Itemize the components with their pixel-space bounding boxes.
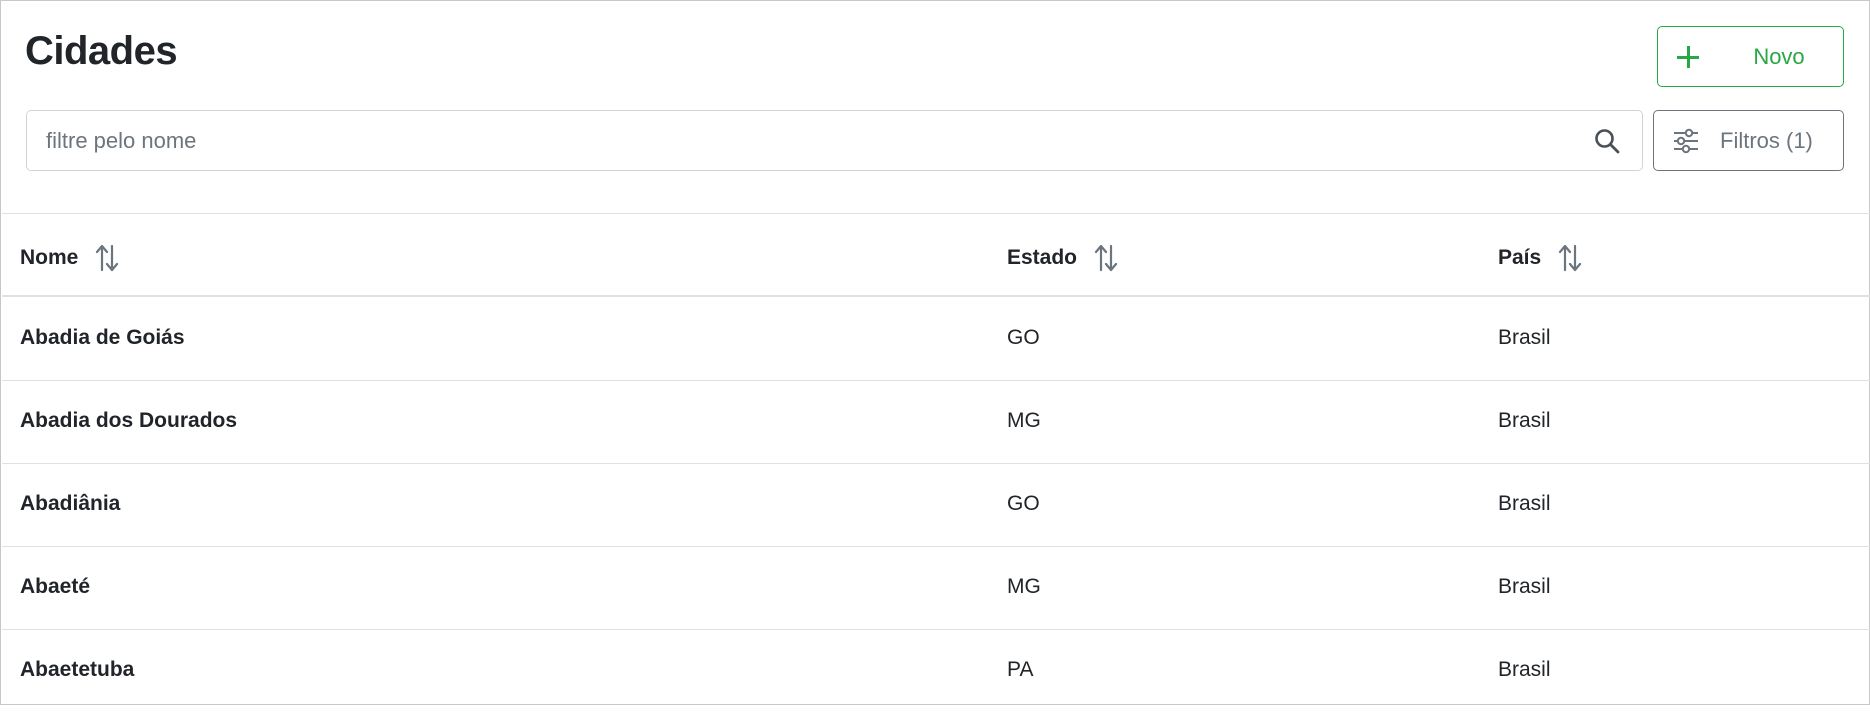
table-row[interactable]: Abaetetuba PA Brasil xyxy=(2,630,1870,713)
cell-estado: MG xyxy=(1007,575,1041,598)
table-row[interactable]: Abadiânia GO Brasil xyxy=(2,464,1870,547)
sort-arrows-icon[interactable] xyxy=(94,244,120,272)
cell-pais: Brasil xyxy=(1498,409,1551,432)
filters-button-label: Filtros (1) xyxy=(1720,128,1813,153)
cell-estado: GO xyxy=(1007,326,1040,349)
search-input[interactable] xyxy=(27,111,1642,170)
new-button[interactable]: Novo xyxy=(1657,26,1844,87)
column-header-nome[interactable]: Nome xyxy=(20,244,120,272)
table-row[interactable]: Abadia de Goiás GO Brasil xyxy=(2,298,1870,381)
cell-pais: Brasil xyxy=(1498,575,1551,598)
page-title: Cidades xyxy=(25,29,178,73)
table-row[interactable]: Abadia dos Dourados MG Brasil xyxy=(2,381,1870,464)
column-header-estado[interactable]: Estado xyxy=(1007,244,1119,272)
search-icon[interactable] xyxy=(1594,128,1620,154)
cell-nome: Abaeté xyxy=(20,575,91,598)
column-header-label: Estado xyxy=(1007,246,1078,269)
cell-estado: PA xyxy=(1007,658,1034,681)
sort-arrows-icon[interactable] xyxy=(1557,244,1583,272)
cell-pais: Brasil xyxy=(1498,492,1551,515)
filters-button[interactable]: Filtros (1) xyxy=(1653,110,1844,171)
cell-nome: Abadia de Goiás xyxy=(20,326,185,349)
cell-pais: Brasil xyxy=(1498,326,1551,349)
table-row[interactable]: Abaeté MG Brasil xyxy=(2,547,1870,630)
page-frame: Cidades Novo Filtros (1) Nome xyxy=(0,0,1870,705)
cell-estado: GO xyxy=(1007,492,1040,515)
table-header: Nome Estado País xyxy=(2,214,1870,297)
sliders-icon xyxy=(1674,128,1698,154)
cell-estado: MG xyxy=(1007,409,1041,432)
column-header-pais[interactable]: País xyxy=(1498,244,1583,272)
search-field xyxy=(26,110,1643,171)
plus-icon xyxy=(1676,39,1700,75)
cell-nome: Abaetetuba xyxy=(20,658,135,681)
column-header-label: País xyxy=(1498,246,1542,269)
cell-nome: Abadiânia xyxy=(20,492,121,515)
sort-arrows-icon[interactable] xyxy=(1093,244,1119,272)
column-header-label: Nome xyxy=(20,246,79,269)
new-button-label: Novo xyxy=(1753,44,1805,69)
cell-nome: Abadia dos Dourados xyxy=(20,409,238,432)
cell-pais: Brasil xyxy=(1498,658,1551,681)
